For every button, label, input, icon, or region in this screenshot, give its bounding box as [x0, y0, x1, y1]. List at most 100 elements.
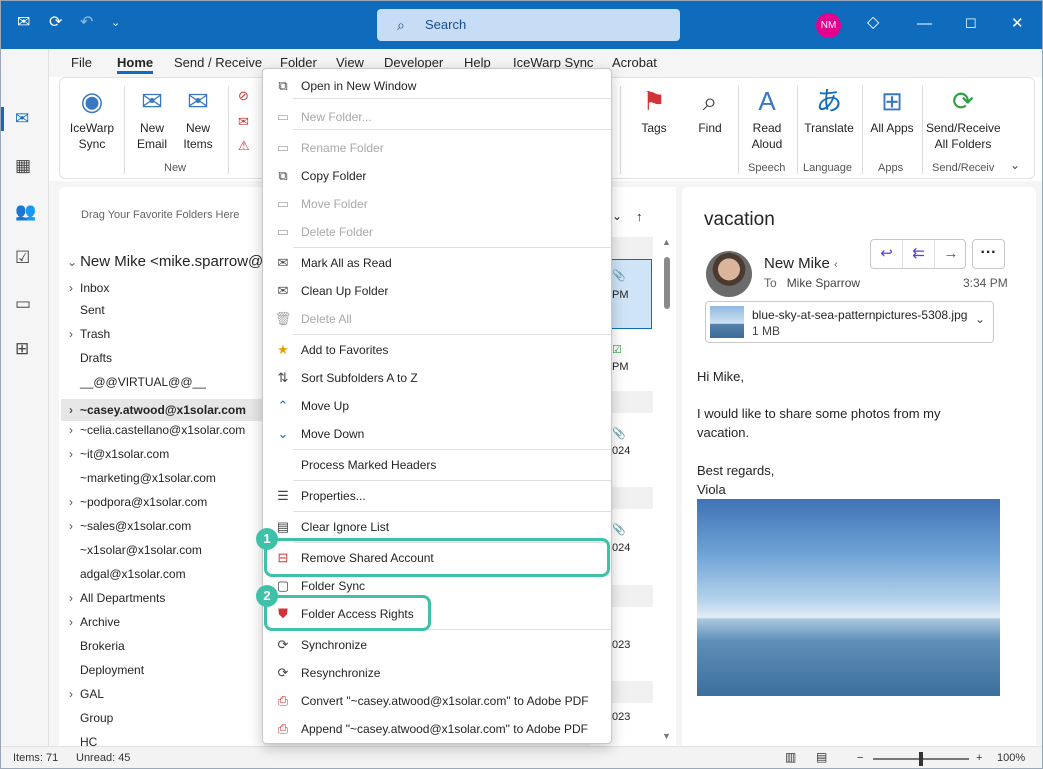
context-menu-item[interactable]: ⇅ Sort Subfolders A to Z — [263, 365, 611, 391]
cleanup-icon[interactable]: ✉ — [238, 114, 249, 130]
folder-item[interactable]: Drafts — [80, 351, 112, 365]
folder-item[interactable]: › ~podpora@x1solar.com — [69, 495, 207, 509]
folder-item[interactable]: __@@VIRTUAL@@__ — [80, 375, 206, 389]
account-header[interactable]: ⌄ New Mike <mike.sparrow@ — [67, 253, 263, 270]
attachment-card[interactable]: blue-sky-at-sea-patternpictures-5308.jpg… — [705, 301, 994, 343]
reply-all-icon[interactable]: ⇇ — [903, 240, 935, 268]
reply-icon[interactable]: ↩ — [871, 240, 903, 268]
context-menu-item[interactable]: ⧉ Copy Folder — [263, 163, 611, 189]
reading-view-icon[interactable]: ▤ — [816, 750, 827, 764]
context-menu-item[interactable]: Process Marked Headers — [263, 452, 611, 478]
chevron-right-icon[interactable]: › — [69, 327, 73, 341]
chevron-right-icon[interactable]: › — [69, 615, 73, 629]
all-apps-button[interactable]: ⊞ All Apps — [868, 84, 916, 136]
folders-icon[interactable]: ▭ — [15, 294, 31, 314]
context-menu-item[interactable]: ☰ Properties... — [263, 483, 611, 509]
minimize-icon[interactable]: — — [917, 13, 932, 35]
tab-acrobat[interactable]: Acrobat — [612, 55, 657, 70]
chevron-right-icon[interactable]: › — [69, 447, 73, 461]
folder-item[interactable]: Sent — [80, 303, 105, 317]
chevron-right-icon[interactable]: › — [69, 495, 73, 509]
tab-file[interactable]: File — [71, 55, 92, 70]
chevron-down-icon[interactable]: ⌄ — [975, 312, 985, 326]
icewarp-sync-button[interactable]: ◉ IceWarp Sync — [66, 84, 118, 152]
context-menu-item[interactable]: ⎙ Convert "~casey.atwood@x1solar.com" to … — [263, 688, 611, 714]
calendar-icon[interactable]: ▦ — [15, 156, 31, 176]
folder-item[interactable]: Brokeria — [80, 639, 125, 653]
apps-icon[interactable]: ⊞ — [15, 339, 29, 359]
premium-diamond-icon[interactable]: ◇ — [867, 13, 879, 33]
chevron-right-icon[interactable]: › — [69, 519, 73, 533]
tasks-icon[interactable]: ☑ — [15, 248, 30, 268]
message-list-scrollbar[interactable]: ▲ ▼ — [661, 237, 673, 747]
tab-home[interactable]: Home — [117, 55, 154, 74]
context-menu-item[interactable]: ✉ Mark All as Read — [263, 250, 611, 276]
zoom-slider-thumb[interactable] — [919, 752, 923, 766]
folder-item[interactable]: › Archive — [69, 615, 120, 629]
recipient-name[interactable]: Mike Sparrow — [787, 276, 860, 290]
folder-item[interactable]: › GAL — [69, 687, 104, 701]
context-menu-item[interactable]: ⟳ Synchronize — [263, 632, 611, 658]
folder-item[interactable]: › ~celia.castellano@x1solar.com — [69, 423, 245, 437]
maximize-icon[interactable]: ☐ — [965, 13, 977, 35]
context-menu-item[interactable]: ⌄ Move Down — [263, 421, 611, 447]
body-signoff: Best regards, — [697, 463, 775, 478]
chevron-right-icon[interactable]: › — [69, 591, 73, 605]
folder-item[interactable]: ~x1solar@x1solar.com — [80, 543, 202, 557]
chevron-right-icon[interactable]: › — [69, 687, 73, 701]
quick-access-dropdown-icon[interactable]: ⌄ — [111, 13, 120, 33]
context-menu-item[interactable]: ▤ Clear Ignore List — [263, 514, 611, 540]
new-items-button[interactable]: ✉ New Items — [176, 84, 220, 152]
folder-label: ~sales@x1solar.com — [80, 519, 192, 533]
scroll-down-icon[interactable]: ▼ — [662, 731, 671, 741]
context-menu-item[interactable]: ⧉ Open in New Window — [263, 73, 611, 99]
context-menu-item[interactable]: ★ Add to Favorites — [263, 337, 611, 363]
mail-icon[interactable]: ✉ — [15, 109, 29, 129]
embedded-sea-photo[interactable] — [697, 499, 1000, 696]
ribbon-expand-icon[interactable]: ⌄ — [1010, 158, 1020, 172]
scroll-up-icon[interactable]: ▲ — [662, 237, 671, 247]
zoom-in-icon[interactable]: + — [976, 752, 982, 764]
folder-item[interactable]: › Inbox — [69, 281, 109, 295]
folder-item[interactable]: › All Departments — [69, 591, 165, 605]
send-receive-all-button[interactable]: ⟳ Send/Receive All Folders — [926, 84, 1000, 152]
refresh-icon[interactable]: ⟳ — [49, 13, 62, 33]
folder-item[interactable]: › Trash — [69, 327, 110, 341]
context-menu-item[interactable]: ⎙ Append "~casey.atwood@x1solar.com" to A… — [263, 716, 611, 742]
folder-item[interactable]: Deployment — [80, 663, 144, 677]
folder-item[interactable]: › ~it@x1solar.com — [69, 447, 169, 461]
user-avatar[interactable]: NM — [816, 13, 841, 38]
chevron-right-icon[interactable]: › — [69, 403, 73, 417]
translate-button[interactable]: あ Translate — [800, 84, 858, 136]
zoom-out-icon[interactable]: − — [857, 752, 863, 764]
tab-send-receive[interactable]: Send / Receive — [174, 55, 262, 70]
find-button[interactable]: ⌕ Find — [684, 84, 736, 136]
context-menu-item[interactable]: ✉ Clean Up Folder — [263, 278, 611, 304]
context-menu-item[interactable]: ⟳ Resynchronize — [263, 660, 611, 686]
context-menu-item[interactable]: ⌃ Move Up — [263, 393, 611, 419]
undo-icon[interactable]: ↶ — [80, 13, 93, 33]
chevron-right-icon[interactable]: › — [69, 423, 73, 437]
tags-button[interactable]: ⚑ Tags — [626, 84, 682, 136]
scrollbar-thumb[interactable] — [664, 257, 670, 309]
chevron-right-icon[interactable]: › — [69, 281, 73, 295]
sender-name[interactable]: New Mike ‹ — [764, 255, 838, 272]
folder-item[interactable]: ~marketing@x1solar.com — [80, 471, 216, 485]
ignore-icon[interactable]: ⊘ — [238, 88, 249, 104]
folder-item[interactable]: adgal@x1solar.com — [80, 567, 186, 581]
more-actions-button[interactable]: ··· — [972, 239, 1005, 269]
search-box[interactable]: ⌕ Search — [377, 9, 680, 41]
folder-item[interactable]: › ~sales@x1solar.com — [69, 519, 192, 533]
zoom-level[interactable]: 100% — [997, 752, 1025, 764]
normal-view-icon[interactable]: ▥ — [785, 750, 796, 764]
people-icon[interactable]: 👥 — [15, 202, 36, 222]
forward-icon[interactable]: → — [935, 240, 967, 268]
sort-dropdown-icon[interactable]: ⌄ — [612, 209, 622, 223]
folder-item[interactable]: Group — [80, 711, 113, 725]
folder-item[interactable]: › ~casey.atwood@x1solar.com — [69, 403, 246, 417]
new-email-button[interactable]: ✉ New Email — [130, 84, 174, 152]
junk-icon[interactable]: ⚠ — [238, 138, 250, 154]
close-icon[interactable]: ✕ — [1011, 13, 1024, 35]
read-aloud-button[interactable]: A Read Aloud — [742, 84, 792, 152]
sort-direction-icon[interactable]: ↑ — [636, 209, 643, 224]
